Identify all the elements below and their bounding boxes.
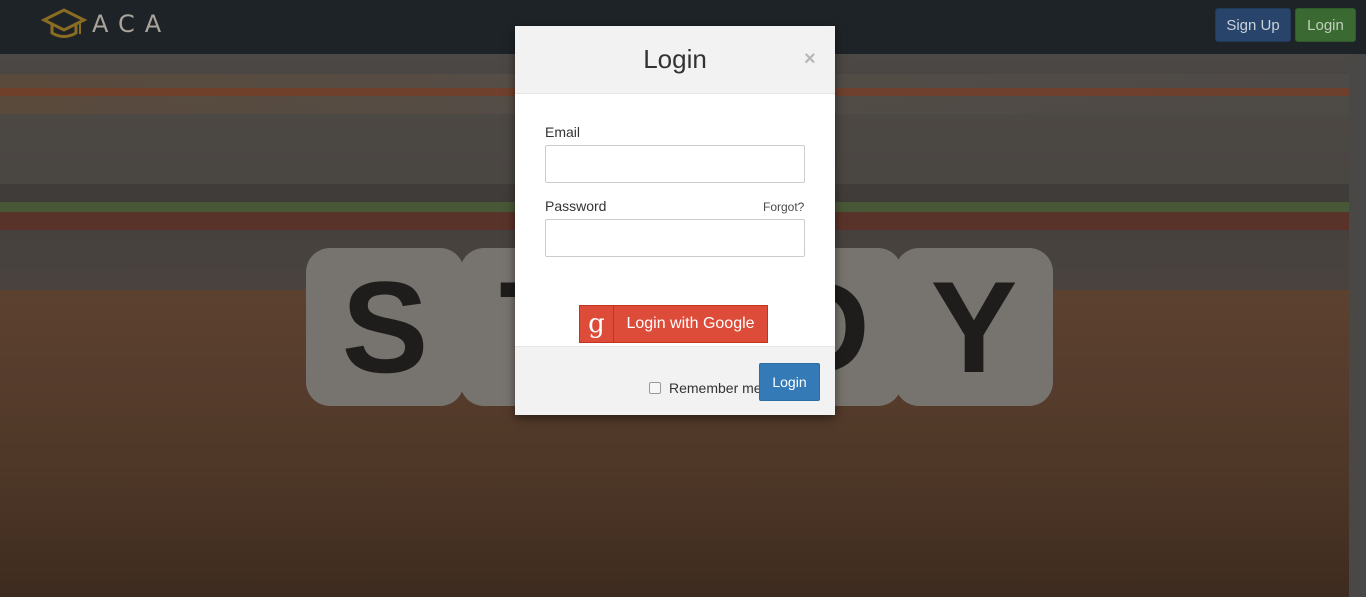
page-scrollbar[interactable] [1349, 54, 1366, 597]
die-letter: S [341, 254, 429, 400]
forgot-password-link[interactable]: Forgot? [763, 200, 804, 214]
google-button-label: Login with Google [626, 315, 755, 332]
brand-name: ACA [92, 10, 172, 38]
email-label: Email [545, 124, 581, 140]
login-with-google-button[interactable]: g Login with Google [579, 305, 768, 343]
letter-die: S [306, 248, 464, 406]
login-modal: Login × Email Password Forgot? g Login w… [515, 26, 835, 415]
navbar-login-button[interactable]: Login [1295, 8, 1356, 42]
graduation-cap-icon [40, 8, 88, 38]
email-field[interactable] [545, 145, 805, 183]
remember-me-label: Remember me [669, 380, 762, 396]
letter-die: Y [895, 248, 1053, 406]
remember-me-checkbox[interactable] [649, 382, 661, 394]
password-label: Password [545, 198, 607, 214]
die-letter: Y [930, 254, 1018, 400]
sign-up-button[interactable]: Sign Up [1215, 8, 1291, 42]
google-icon: g [580, 306, 614, 342]
login-submit-button[interactable]: Login [759, 363, 820, 401]
remember-me[interactable]: Remember me [649, 380, 762, 396]
brand[interactable]: ACA [40, 6, 171, 42]
modal-header: Login × [515, 26, 835, 94]
modal-title: Login [643, 44, 707, 74]
password-field[interactable] [545, 219, 805, 257]
modal-footer: Remember me Login [515, 346, 835, 415]
close-icon[interactable]: × [804, 48, 816, 71]
